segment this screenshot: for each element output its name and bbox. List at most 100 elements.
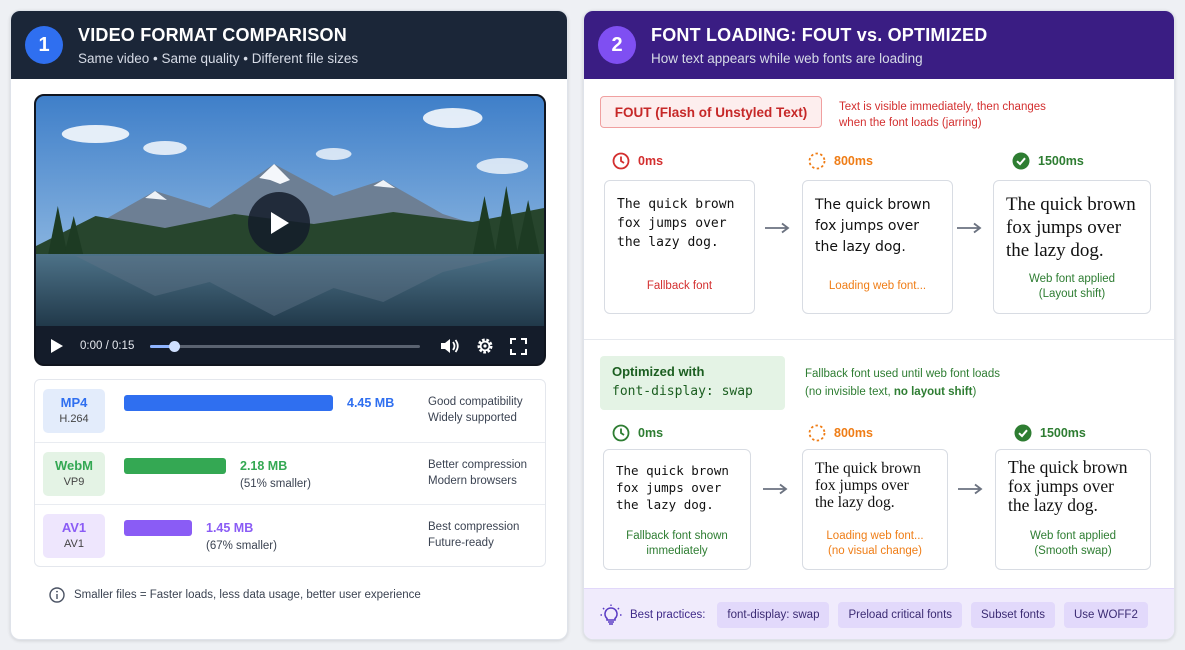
file-size: 2.18 MB [240,459,288,473]
fout-description: Text is visible immediately, then change… [839,99,1046,131]
size-reduction: (67% smaller) [206,540,277,552]
fout-sample-webfont: The quick brown fox jumps over the lazy … [993,180,1151,314]
sample-line: fox jumps over [815,477,909,494]
arrow-right-icon [957,222,982,234]
info-icon [49,587,65,603]
sample-line: fox jumps over [1006,217,1122,238]
loading-icon [808,424,826,442]
seek-bar[interactable] [150,340,420,352]
seek-handle[interactable] [169,340,181,352]
format-desc-line2: Future-ready [428,537,494,549]
opt-stage-800ms: 800ms [808,424,873,442]
fout-sample-loading: The quick brown fox jumps over the lazy … [802,180,953,314]
video-card-header: 1 VIDEO FORMAT COMPARISON Same video • S… [11,11,567,79]
font-card-title: FONT LOADING: FOUT vs. OPTIMIZED [651,24,988,45]
format-codec: H.264 [59,413,89,425]
arrow-right-icon [958,483,983,495]
format-codec: AV1 [64,538,84,550]
stage-time: 1500ms [1038,154,1084,168]
settings-button[interactable] [476,337,494,355]
sample-line: The quick brown [616,463,729,478]
sample-line: the lazy dog. [1008,495,1098,515]
format-badge: WebM VP9 [43,452,105,496]
optimized-desc-line2: (no invisible text, no layout shift) [805,383,1000,401]
sample-line: fox jumps over [815,218,920,234]
stage-time: 800ms [834,154,873,168]
video-format-card: 1 VIDEO FORMAT COMPARISON Same video • S… [10,10,568,640]
lightbulb-icon [600,604,622,625]
stage-caption-line1: Fallback font shown [626,530,728,542]
sample-line: The quick brown [815,197,931,213]
sample-line: the lazy dog. [1006,240,1104,261]
stage-time: 800ms [834,426,873,440]
chip-font-display-swap[interactable]: font-display: swap [717,602,830,628]
sample-line: fox jumps over [616,480,722,495]
sample-text: The quick brown fox jumps over the lazy … [803,460,947,511]
volume-button[interactable] [440,337,460,355]
info-note: Smaller files = Faster loads, less data … [49,587,421,603]
video-player[interactable]: 0:00 / 0:15 [34,94,546,366]
clock-icon [612,152,630,170]
opt-sample-fallback: The quick brown fox jumps over the lazy … [603,449,751,570]
section-number-badge: 2 [598,26,636,64]
format-desc-line2: Modern browsers [428,475,517,487]
optimized-label: Optimized with font-display: swap [600,356,785,410]
play-button[interactable] [50,338,64,354]
fullscreen-icon [510,337,527,355]
video-card-subtitle: Same video • Same quality • Different fi… [78,50,359,66]
desc-bold: no layout shift [893,386,973,398]
optimized-description: Fallback font used until web font loads … [805,365,1000,401]
volume-icon [441,339,459,353]
fout-desc-line1: Text is visible immediately, then change… [839,101,1046,113]
section-number-badge: 1 [25,26,63,64]
format-badge: MP4 H.264 [43,389,105,433]
check-icon [1014,424,1032,442]
arrow-right-icon [763,483,788,495]
desc-text: ) [972,386,977,398]
stage-caption-line2: (no visual change) [828,545,922,557]
sample-line: the lazy dog. [815,494,895,511]
sample-line: fox jumps over [617,216,727,231]
sample-line: the lazy dog. [815,239,906,255]
chip-preload-fonts[interactable]: Preload critical fonts [838,602,963,628]
chip-subset-fonts[interactable]: Subset fonts [971,602,1055,628]
stage-caption: Loading web font... [828,280,927,292]
best-practices-label: Best practices: [630,609,706,621]
font-loading-card: 2 FONT LOADING: FOUT vs. OPTIMIZED How t… [583,10,1175,640]
stage-caption: Web font applied (Layout shift) [994,272,1150,302]
sample-line: fox jumps over [1008,476,1114,496]
video-card-title: VIDEO FORMAT COMPARISON [78,24,347,45]
sample-line: The quick brown [815,460,921,477]
opt-stage-0ms: 0ms [612,424,663,442]
fout-label: FOUT (Flash of Unstyled Text) [600,96,822,128]
gear-icon [477,338,493,354]
stage-caption-line1: Web font applied [1028,273,1116,285]
stage-caption: Fallback font [646,280,713,292]
fout-stage-1500ms: 1500ms [1012,152,1084,170]
format-name: AV1 [61,520,87,535]
play-icon [51,339,63,353]
format-row-av1: AV1 AV1 1.45 MB (67% smaller) Best compr… [35,504,545,566]
chip-use-woff2[interactable]: Use WOFF2 [1063,602,1148,628]
fullscreen-button[interactable] [510,337,527,355]
section-divider [584,339,1174,340]
sample-line: the lazy dog. [617,235,719,250]
fout-sample-fallback: The quick brown fox jumps over the lazy … [604,180,755,314]
format-row-webm: WebM VP9 2.18 MB (51% smaller) Better co… [35,442,545,504]
arrow-right-icon [765,222,790,234]
font-card-subtitle: How text appears while web fonts are loa… [651,50,923,66]
sample-line: The quick brown [1006,194,1136,215]
fout-stage-800ms: 800ms [808,152,873,170]
fout-desc-line2: when the font loads (jarring) [839,117,982,129]
stage-time: 0ms [638,426,664,440]
opt-sample-webfont: The quick brown fox jumps over the lazy … [995,449,1151,570]
size-reduction: (51% smaller) [240,478,311,490]
play-icon [271,212,289,234]
video-controls: 0:00 / 0:15 [36,326,544,364]
stage-time: 1500ms [1040,426,1086,440]
format-badge: AV1 AV1 [43,514,105,558]
play-overlay-button[interactable] [248,192,310,254]
format-comparison-table: MP4 H.264 4.45 MB Good compatibility Wid… [34,379,546,567]
stage-caption-line2: immediately [646,545,708,557]
format-desc-line1: Good compatibility [428,396,523,408]
